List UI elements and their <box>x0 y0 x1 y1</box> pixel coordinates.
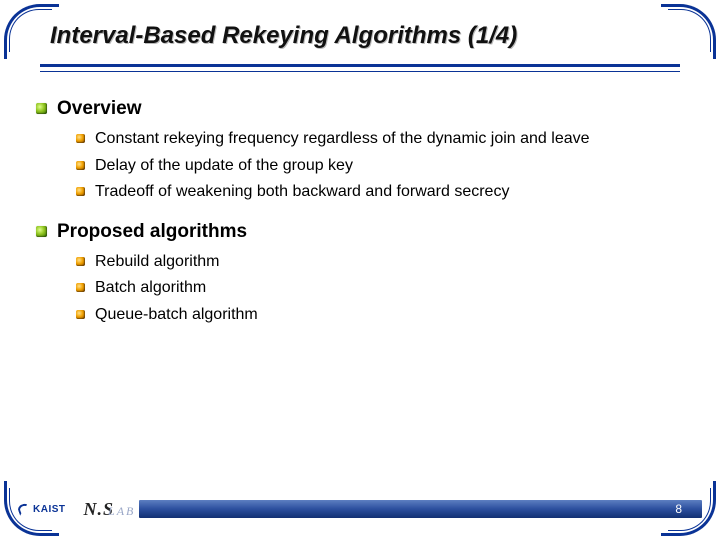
bullet-sub-icon <box>76 161 85 170</box>
list-item: Queue-batch algorithm <box>76 304 684 326</box>
list-item-text: Constant rekeying frequency regardless o… <box>95 128 590 150</box>
list-item-text: Queue-batch algorithm <box>95 304 258 326</box>
bullet-sub-icon <box>76 187 85 196</box>
corner-decoration-tl <box>4 4 56 56</box>
section-heading-overview: Overview <box>36 98 684 120</box>
corner-decoration-br <box>664 484 716 536</box>
sub-list-proposed: Rebuild algorithm Batch algorithm Queue-… <box>76 251 684 326</box>
list-item-text: Batch algorithm <box>95 277 206 299</box>
slide-title: Interval-Based Rekeying Algorithms (1/4) <box>40 18 680 50</box>
section-heading-proposed: Proposed algorithms <box>36 221 684 243</box>
section-heading-label: Proposed algorithms <box>57 221 247 243</box>
nslab-logo: N.S LAB <box>84 499 136 520</box>
bullet-main-icon <box>36 226 47 237</box>
bullet-sub-icon <box>76 283 85 292</box>
section-heading-label: Overview <box>57 98 142 120</box>
list-item: Tradeoff of weakening both backward and … <box>76 181 684 203</box>
footer: KAIST N.S LAB 8 <box>18 498 702 520</box>
list-item: Constant rekeying frequency regardless o… <box>76 128 684 150</box>
list-item-text: Delay of the update of the group key <box>95 155 353 177</box>
nslab-small: LAB <box>108 504 135 519</box>
bullet-sub-icon <box>76 134 85 143</box>
bullet-main-icon <box>36 103 47 114</box>
corner-decoration-bl <box>4 484 56 536</box>
content-area: Overview Constant rekeying frequency reg… <box>36 92 684 344</box>
title-underline <box>40 64 680 72</box>
list-item: Batch algorithm <box>76 277 684 299</box>
list-item-text: Tradeoff of weakening both backward and … <box>95 181 509 203</box>
list-item: Delay of the update of the group key <box>76 155 684 177</box>
bullet-sub-icon <box>76 310 85 319</box>
sub-list-overview: Constant rekeying frequency regardless o… <box>76 128 684 203</box>
list-item: Rebuild algorithm <box>76 251 684 273</box>
corner-decoration-tr <box>664 4 716 56</box>
list-item-text: Rebuild algorithm <box>95 251 220 273</box>
bullet-sub-icon <box>76 257 85 266</box>
title-area: Interval-Based Rekeying Algorithms (1/4) <box>40 18 680 80</box>
slide: Interval-Based Rekeying Algorithms (1/4)… <box>0 0 720 540</box>
footer-bar: 8 <box>139 500 702 518</box>
